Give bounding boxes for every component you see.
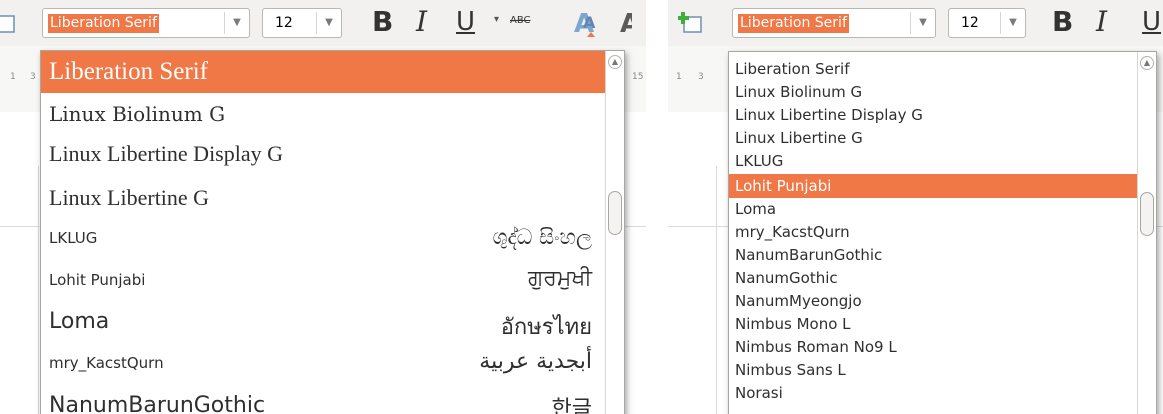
bold-button[interactable]: B (372, 4, 393, 40)
font-item-lklug[interactable]: LKLUG ශුද්ධ සිංහල (41, 217, 606, 259)
ruler-mark: 3 (30, 72, 36, 82)
font-item[interactable]: Nimbus Roman No9 L (729, 336, 1138, 359)
formatting-toolbar: Liberation Serif ▼ 12 ▼ B I U ▾ ABC A A … (0, 0, 646, 46)
italic-button[interactable]: I (416, 4, 427, 40)
scrollbar-thumb[interactable] (1140, 192, 1154, 236)
scrollbar[interactable]: ▲ (1137, 52, 1156, 414)
underline-button[interactable]: U (456, 4, 475, 40)
ruler-mark: 1 (10, 72, 16, 82)
font-item-linux-libertine-g[interactable]: Linux Libertine G (41, 173, 606, 217)
font-item[interactable]: Liberation Serif (729, 58, 1138, 81)
font-size-value[interactable]: 12 (273, 14, 295, 33)
add-frame-icon[interactable] (678, 10, 704, 36)
font-item[interactable]: NanumMyeongjo (729, 290, 1138, 313)
font-item-selected[interactable]: Lohit Punjabi (729, 174, 1138, 198)
panel-separator (646, 0, 668, 414)
chevron-down-icon[interactable]: ▼ (224, 12, 249, 34)
font-item[interactable]: Loma (729, 198, 1138, 221)
font-item[interactable]: Norasi (729, 382, 1138, 405)
font-item-liberation-serif[interactable]: Liberation Serif (41, 51, 606, 93)
font-size-combo[interactable]: 12 ▼ (948, 8, 1026, 38)
font-item[interactable]: LKLUG (729, 150, 1138, 173)
font-item[interactable]: Nimbus Sans L (729, 359, 1138, 382)
scroll-up-arrow-icon[interactable]: ▲ (1140, 56, 1154, 70)
strikethrough-button[interactable]: ABC (510, 15, 531, 26)
font-item-nanumbarungothic[interactable]: NanumBarunGothic 한글 (41, 387, 606, 414)
svg-text:A: A (620, 9, 632, 39)
font-item[interactable]: Nimbus Mono L (729, 313, 1138, 336)
frame-icon[interactable] (0, 10, 26, 36)
ruler-mark: 1 (676, 72, 682, 82)
font-size-combo[interactable]: 12 ▼ (262, 8, 342, 38)
font-item-lohit-punjabi[interactable]: Lohit Punjabi ਗੁਰਮੁਖੀ (41, 259, 606, 301)
font-item[interactable]: NanumBarunGothic (729, 244, 1138, 267)
font-item[interactable]: mry_KacstQurn (729, 221, 1138, 244)
chevron-down-icon[interactable]: ▼ (316, 12, 341, 34)
chevron-down-icon[interactable]: ▼ (910, 12, 935, 34)
scroll-up-arrow-icon[interactable]: ▲ (608, 55, 622, 69)
font-color-icon[interactable]: A A A (572, 4, 632, 42)
italic-button[interactable]: I (1096, 4, 1107, 40)
font-list-dropdown[interactable]: Liberation Serif Linux Biolinum G Linux … (40, 50, 625, 414)
font-item[interactable]: Linux Libertine G (729, 127, 1138, 150)
font-list-dropdown[interactable]: Liberation Serif Linux Biolinum G Linux … (728, 51, 1157, 414)
ruler-mark: 15 (632, 72, 644, 82)
font-item[interactable]: Linux Libertine Display G (729, 104, 1138, 127)
font-size-value[interactable]: 12 (959, 14, 981, 33)
font-item-loma[interactable]: Loma อักษรไทย (41, 301, 606, 345)
font-name-combo[interactable]: Liberation Serif ▼ (42, 8, 250, 38)
formatting-toolbar: Liberation Serif ▼ 12 ▼ B I U (668, 0, 1163, 46)
page-edge (716, 166, 717, 414)
underline-dropdown-icon[interactable]: ▾ (494, 14, 499, 25)
font-name-value[interactable]: Liberation Serif (738, 14, 849, 33)
font-item-linux-biolinum-g[interactable]: Linux Biolinum G (41, 93, 606, 133)
underline-button[interactable]: U (1142, 4, 1161, 40)
scrollbar[interactable]: ▲ (605, 51, 624, 414)
font-item[interactable]: Linux Biolinum G (729, 81, 1138, 104)
font-item-mry-kacstqurn[interactable]: mry_KacstQurn أبجدية عربية (41, 345, 606, 387)
font-name-value[interactable]: Liberation Serif (48, 14, 159, 33)
right-screenshot: Liberation Serif ▼ 12 ▼ B I U 1 3 Libera… (668, 0, 1163, 414)
scrollbar-thumb[interactable] (608, 191, 622, 235)
font-item-linux-libertine-display-g[interactable]: Linux Libertine Display G (41, 133, 606, 173)
page-edge (38, 166, 39, 414)
bold-button[interactable]: B (1052, 4, 1073, 40)
ruler-mark: 3 (698, 72, 704, 82)
chevron-down-icon[interactable]: ▼ (1000, 12, 1025, 34)
font-name-combo[interactable]: Liberation Serif ▼ (732, 8, 936, 38)
left-screenshot: Liberation Serif ▼ 12 ▼ B I U ▾ ABC A A … (0, 0, 646, 414)
svg-text:A: A (583, 13, 596, 32)
font-item[interactable]: NanumGothic (729, 267, 1138, 290)
